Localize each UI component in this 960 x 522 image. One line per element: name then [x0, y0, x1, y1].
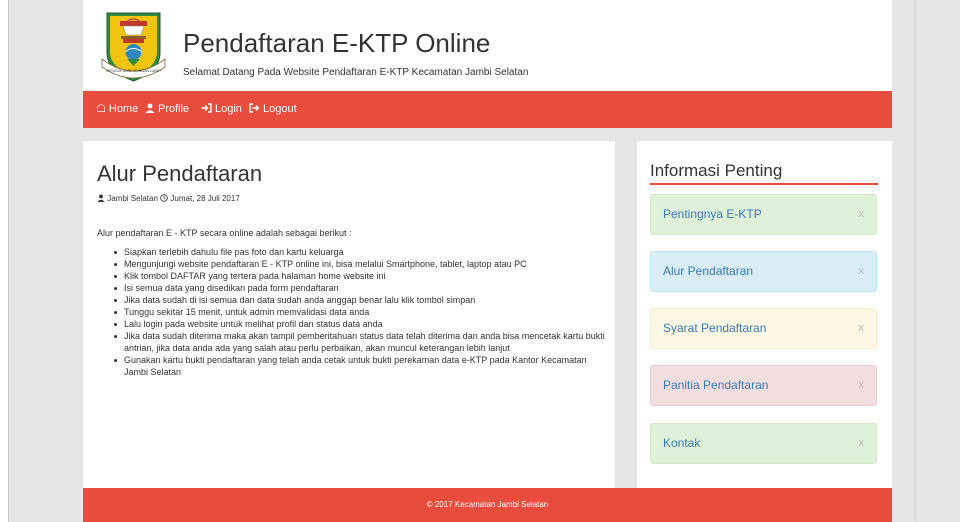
right-divider [915, 0, 916, 522]
site-title: Pendaftaran E-KTP Online [183, 28, 491, 58]
login-icon [201, 103, 212, 113]
site-header: SEPUCUK JAMBI SEMBILAN LURAH Pendaftaran… [83, 0, 892, 91]
article-title: Alur Pendaftaran [97, 161, 263, 186]
sidebar-title-underline [650, 183, 878, 185]
nav-login-label: Login [215, 103, 242, 115]
close-icon[interactable]: x [859, 366, 865, 405]
info-card-syarat-pendaftaran[interactable]: Syarat Pendaftaran x [650, 308, 877, 349]
logo-ribbon-text: SEPUCUK JAMBI SEMBILAN LURAH [106, 69, 161, 73]
info-card-label: Pentingnya E-KTP [663, 207, 762, 221]
close-icon[interactable]: x [859, 309, 865, 348]
nav-home-label: Home [108, 103, 139, 115]
close-icon[interactable]: x [859, 424, 865, 463]
close-icon[interactable]: x [859, 195, 865, 234]
list-item: Isi semua data yang disedikan pada form … [114, 282, 607, 294]
info-card-label: Panitia Pendaftaran [663, 378, 769, 392]
info-card-panitia-pendaftaran[interactable]: Panitia Pendaftaran x [650, 365, 877, 406]
site-footer: © 2017 Kecamatan Jambi Selatan [83, 488, 892, 522]
site-subtitle: Selamat Datang Pada Website Pendaftaran … [183, 67, 529, 78]
author-icon [97, 194, 105, 202]
info-card-label: Kontak [663, 436, 701, 450]
page-wrapper: SEPUCUK JAMBI SEMBILAN LURAH Pendaftaran… [83, 0, 892, 522]
nav-logout[interactable]: Logout [249, 91, 297, 128]
nav-profile[interactable]: Profile [145, 91, 189, 128]
left-margin [0, 0, 8, 522]
close-icon[interactable]: x [859, 252, 865, 291]
left-divider [8, 0, 9, 522]
nav-login[interactable]: Login [201, 91, 242, 128]
article-panel: Alur Pendaftaran Jambi Selatan Jumat, 28… [83, 141, 615, 488]
footer-copyright: © 2017 Kecamatan Jambi Selatan [426, 500, 549, 509]
jambi-emblem-logo: SEPUCUK JAMBI SEMBILAN LURAH [101, 12, 166, 82]
list-item: Jika data sudah di isi semua dan data su… [114, 294, 607, 306]
list-item: Gunakan kartu bukti pendaftaran yang tel… [114, 354, 607, 378]
clock-icon [160, 194, 168, 202]
info-card-kontak[interactable]: Kontak x [650, 423, 877, 464]
article-date: Jumat, 28 Juli 2017 [170, 194, 240, 203]
list-item: Lalu login pada website untuk melihat pr… [114, 318, 607, 330]
sidebar-title: Informasi Penting [650, 161, 783, 180]
info-card-pentingnya-e-ktp[interactable]: Pentingnya E-KTP x [650, 194, 877, 235]
nav-logout-label: Logout [263, 103, 297, 115]
info-sidebar: Informasi Penting Pentingnya E-KTP x Alu… [637, 141, 892, 488]
article-meta: Jambi Selatan Jumat, 28 Juli 2017 [97, 194, 240, 203]
info-card-label: Syarat Pendaftaran [663, 321, 767, 335]
list-item: Klik tombol DAFTAR yang tertera pada hal… [114, 270, 607, 282]
list-item: Siapkan terlebih dahulu file pas foto da… [114, 246, 607, 258]
article-intro: Alur pendaftaran E - KTP secara online a… [97, 228, 352, 238]
list-item: Tunggu sekitar 15 menit, untuk admin mem… [114, 306, 607, 318]
list-item: Mengunjungi website pendaftaran E - KTP … [114, 258, 607, 270]
info-card-label: Alur Pendaftaran [663, 264, 754, 278]
article-author: Jambi Selatan [107, 194, 158, 203]
nav-home[interactable]: ☖ Home [96, 91, 138, 128]
top-navbar: ☖ Home Profile Login Logout [83, 91, 892, 128]
steps-list: Siapkan terlebih dahulu file pas foto da… [97, 246, 607, 378]
user-icon [145, 103, 155, 113]
info-card-alur-pendaftaran[interactable]: Alur Pendaftaran x [650, 251, 877, 292]
logout-icon [249, 103, 260, 113]
home-icon: ☖ [96, 103, 106, 115]
nav-profile-label: Profile [158, 103, 190, 115]
list-item: Jika data sudah diterima maka akan tampi… [114, 330, 607, 354]
